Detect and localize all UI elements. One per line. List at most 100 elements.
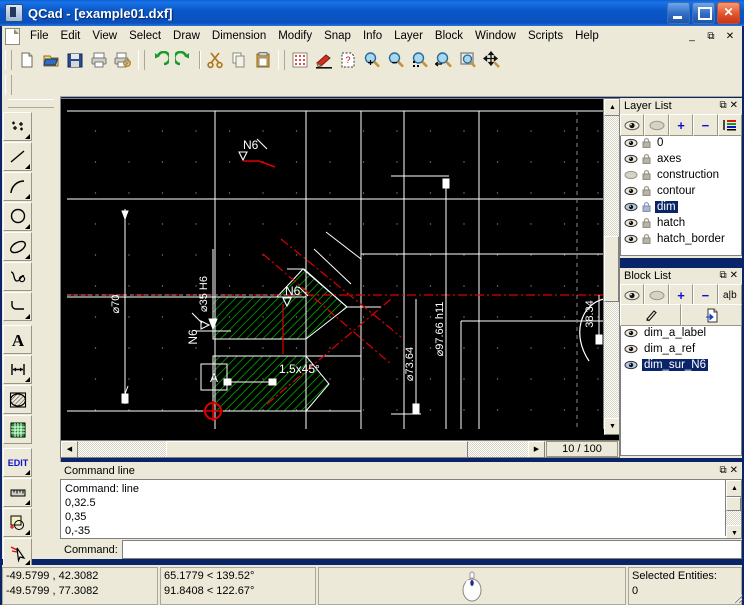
rename-block-button[interactable]: a|b [717,284,743,306]
hatch-tool-button[interactable] [3,385,32,414]
block-row-2[interactable]: dim_sur_N6 [621,357,741,373]
edit-tool-button[interactable]: EDIT [3,448,32,477]
command-line-float-button[interactable]: ⧉ [719,465,726,476]
menu-info[interactable]: Info [357,28,388,44]
show-all-layers-button[interactable] [620,114,645,136]
menu-snap[interactable]: Snap [318,28,357,44]
menu-file[interactable]: File [24,28,55,44]
print-preview-icon[interactable] [111,48,135,72]
menu-layer[interactable]: Layer [388,28,429,44]
block-visibility-icon[interactable] [624,360,638,370]
layer-lock-icon[interactable] [642,138,651,148]
block-list-box[interactable]: dim_a_label dim_a_ref dim_sur_N6 [620,324,742,456]
circle-tool-button[interactable] [3,202,32,231]
ellipse-tool-button[interactable] [3,232,32,261]
resize-grip[interactable] [729,590,743,604]
menu-view[interactable]: View [86,28,123,44]
maximize-button[interactable] [692,2,715,24]
layer-visibility-icon[interactable] [624,218,638,228]
canvas-vertical-scrollbar[interactable]: ▲ ▼ [603,99,619,435]
dimension-tool-button[interactable] [3,355,32,384]
cad-canvas[interactable]: ⌀70 ⌀35 H6 A 1.5x45° ⌀73.64 ⌀97.66 h11 3… [61,99,604,429]
edit-layer-button[interactable] [717,114,743,136]
remove-block-button[interactable]: − [693,284,718,306]
text-tool-button[interactable]: A [3,325,32,354]
block-row-0[interactable]: dim_a_label [621,325,741,341]
hscroll-track-right[interactable] [468,441,528,457]
layer-lock-icon[interactable] [642,218,651,228]
layer-visibility-icon[interactable] [624,170,638,180]
select-tool-button[interactable] [3,538,32,567]
layer-lock-icon[interactable] [642,154,651,164]
line-tool-button[interactable] [3,142,32,171]
redo-icon[interactable] [172,48,196,72]
menu-block[interactable]: Block [429,28,469,44]
hscroll-track-left[interactable] [78,441,166,457]
zoom-pan-icon[interactable] [480,48,504,72]
cut-icon[interactable] [203,48,227,72]
close-button[interactable]: ✕ [717,2,740,24]
arc-tool-button[interactable] [3,172,32,201]
command-input[interactable] [121,540,742,559]
menu-dimension[interactable]: Dimension [206,28,272,44]
menu-edit[interactable]: Edit [55,28,87,44]
insert-block-button[interactable] [681,304,742,326]
point-tool-button[interactable] [3,112,32,141]
layer-list-float-button[interactable]: ⧉ [719,101,726,111]
command-history-scrollbar[interactable]: ▲ ▼ [725,480,741,538]
secondary-toolbar-grip[interactable] [5,75,12,95]
layer-list-box[interactable]: 0 axes construction contour dim hatch ha… [620,134,742,256]
paste-icon[interactable] [251,48,275,72]
vscroll-track-upper[interactable] [604,116,619,236]
add-block-button[interactable]: + [668,284,694,306]
layer-row-0[interactable]: 0 [621,135,741,151]
layer-lock-icon[interactable] [642,202,651,212]
toolbar-grip[interactable] [5,50,12,70]
layer-row-4[interactable]: dim [621,199,741,215]
block-row-1[interactable]: dim_a_ref [621,341,741,357]
spline-tool-button[interactable] [3,262,32,291]
remove-layer-button[interactable]: − [693,114,718,136]
grid-icon[interactable] [288,48,312,72]
menu-help[interactable]: Help [569,28,605,44]
mdi-close-button[interactable]: ✕ [721,27,739,45]
layer-list-close-button[interactable]: ✕ [730,101,738,111]
copy-icon[interactable] [227,48,251,72]
zoom-previous-icon[interactable] [432,48,456,72]
layer-lock-icon[interactable] [642,234,651,244]
layer-row-5[interactable]: hatch [621,215,741,231]
block-list-float-button[interactable]: ⧉ [719,271,726,281]
command-scroll-track[interactable] [726,511,741,525]
snap-tool-button[interactable] [3,508,32,537]
tool-palette-grip[interactable] [8,99,54,108]
minimize-button[interactable] [667,2,690,24]
block-list-close-button[interactable]: ✕ [730,271,738,281]
edit-block-button[interactable] [620,304,681,326]
command-line-close-button[interactable]: ✕ [730,465,738,476]
polyline-tool-button[interactable] [3,292,32,321]
layer-row-3[interactable]: contour [621,183,741,199]
layer-lock-icon[interactable] [642,186,651,196]
undo-icon[interactable] [148,48,172,72]
save-file-icon[interactable] [63,48,87,72]
layer-row-2[interactable]: construction [621,167,741,183]
redraw-icon[interactable]: ? [336,48,360,72]
block-visibility-icon[interactable] [624,328,638,338]
layer-visibility-icon[interactable] [624,138,638,148]
menu-select[interactable]: Select [123,28,167,44]
show-all-blocks-button[interactable] [620,284,645,306]
menu-modify[interactable]: Modify [272,28,318,44]
open-file-icon[interactable] [39,48,63,72]
command-scroll-up-button[interactable]: ▲ [726,480,741,497]
menu-scripts[interactable]: Scripts [522,28,569,44]
vscroll-track-lower[interactable] [604,302,619,418]
measure-tool-button[interactable] [3,478,32,507]
layer-visibility-icon[interactable] [624,186,638,196]
command-history-area[interactable]: Command: line 0,32.5 0,35 0,-35 ▲ ▼ [60,479,742,539]
scroll-up-button[interactable]: ▲ [604,99,619,116]
draft-pen-icon[interactable] [312,48,336,72]
zoom-in-icon[interactable] [360,48,384,72]
mdi-minimize-button[interactable]: _ [683,27,701,45]
vscroll-thumb[interactable] [604,236,619,302]
image-tool-button[interactable] [3,415,32,444]
